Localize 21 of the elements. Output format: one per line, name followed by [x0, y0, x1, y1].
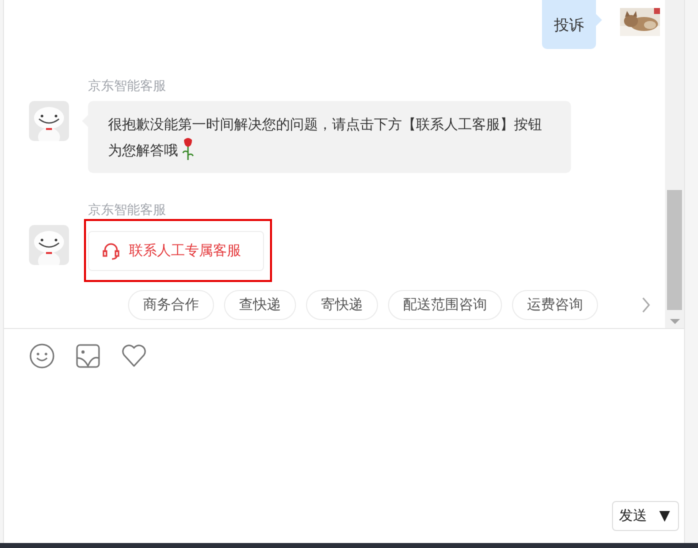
- bot-message-bubble: 很抱歉没能第一时间解决您的问题，请点击下方【联系人工客服】按钮为您解答哦: [88, 101, 571, 173]
- quick-reply-chip[interactable]: 查快递: [224, 290, 296, 320]
- image-icon[interactable]: [75, 343, 101, 369]
- headset-icon: [101, 241, 121, 261]
- chevron-right-icon[interactable]: [641, 297, 651, 313]
- quick-reply-chip[interactable]: 配送范围咨询: [388, 290, 502, 320]
- sender-name: 京东智能客服: [88, 203, 167, 220]
- robot-avatar: [29, 101, 69, 141]
- rose-icon: [182, 137, 194, 161]
- smiley-icon[interactable]: [29, 343, 55, 369]
- scrollbar[interactable]: [665, 0, 684, 328]
- robot-avatar: [29, 225, 69, 265]
- bubble-tail: [596, 14, 602, 26]
- contact-agent-button[interactable]: 联系人工专属客服: [88, 231, 264, 271]
- heart-icon[interactable]: [121, 343, 147, 369]
- quick-reply-chip[interactable]: 商务合作: [128, 290, 214, 320]
- sender-name: 京东智能客服: [88, 79, 167, 96]
- send-button[interactable]: 发送 ▼: [612, 501, 679, 531]
- quick-reply-chip[interactable]: 运费咨询: [512, 290, 598, 320]
- quick-reply-chip[interactable]: 寄快递: [306, 290, 378, 320]
- user-message-bubble: 投诉: [542, 0, 596, 49]
